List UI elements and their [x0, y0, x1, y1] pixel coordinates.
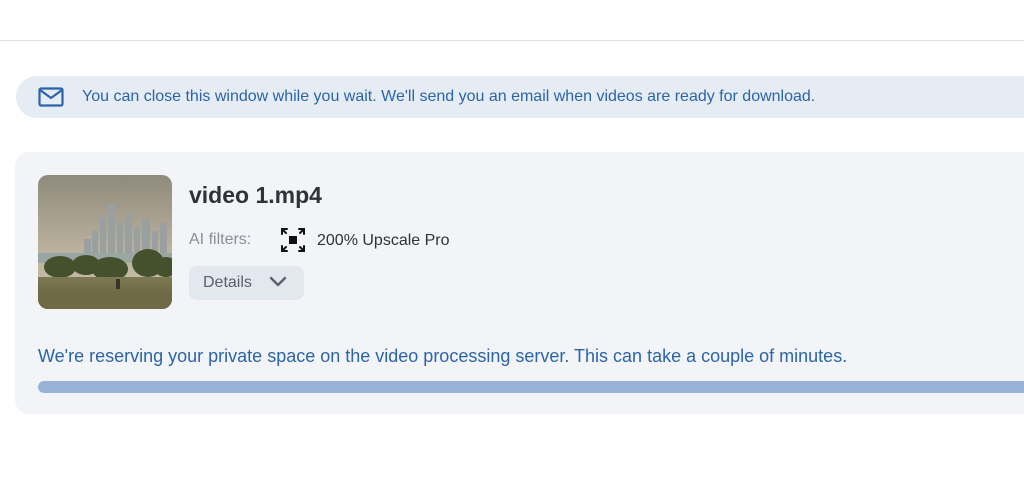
- progress-bar: [38, 381, 1024, 393]
- processing-page: You can close this window while you wait…: [0, 0, 1024, 490]
- email-notice-banner: You can close this window while you wait…: [16, 76, 1024, 118]
- ai-filters-label: AI filters:: [189, 231, 252, 248]
- video-file-name: video 1.mp4: [189, 182, 322, 208]
- progress-bar-fill: [38, 381, 1024, 393]
- details-label: Details: [203, 274, 252, 291]
- filter-name: 200% Upscale Pro: [317, 232, 450, 249]
- video-job-card: video 1.mp4 AI filters: 200% Upscale Pro: [15, 152, 1024, 414]
- notice-text: You can close this window while you wait…: [82, 88, 816, 105]
- mail-icon: [38, 87, 64, 107]
- upscale-expand-icon: [280, 227, 306, 253]
- details-toggle-button[interactable]: Details: [189, 266, 304, 300]
- video-thumbnail: [38, 175, 172, 309]
- chevron-down-icon: [269, 275, 287, 289]
- processing-status-text: We're reserving your private space on th…: [38, 346, 848, 366]
- header-divider: [0, 40, 1024, 41]
